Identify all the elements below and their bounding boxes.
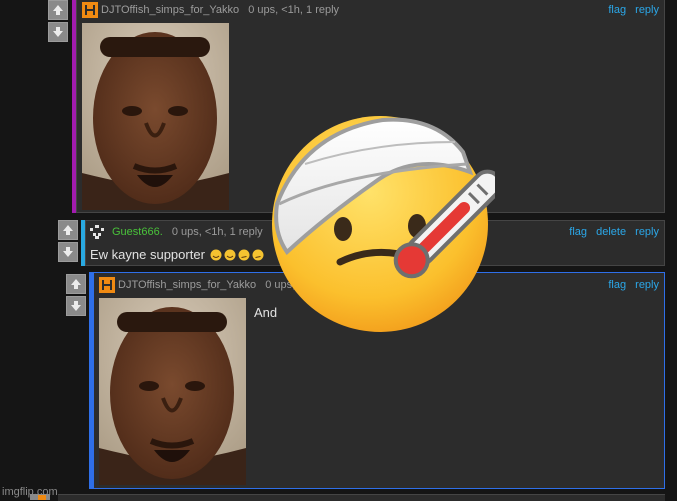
down-arrow-icon — [63, 247, 73, 257]
username-link[interactable]: Guest666. — [112, 226, 163, 238]
reply-link[interactable]: reply — [635, 4, 659, 16]
up-arrow-icon — [71, 279, 81, 289]
comment-text: Ew kayne supporter — [90, 247, 264, 262]
delete-link[interactable]: delete — [596, 226, 626, 238]
comment-meta: DJTOffish_simps_for_Yakko 0 ups, <1h, 1 … — [101, 4, 339, 16]
portrait-image — [99, 298, 246, 485]
up-arrow-icon — [63, 225, 73, 235]
comment-stats: 0 ups, <1h, 1 reply — [248, 4, 340, 16]
flag-link[interactable]: flag — [608, 4, 626, 16]
upvote-button[interactable] — [66, 274, 86, 294]
down-arrow-icon — [53, 27, 63, 37]
face-with-head-bandage-and-thermometer-icon — [272, 116, 495, 332]
comment-image[interactable] — [82, 23, 229, 210]
flag-link[interactable]: flag — [569, 226, 587, 238]
downvote-button[interactable] — [48, 22, 68, 42]
reply-link[interactable]: reply — [635, 279, 659, 291]
portrait-image — [82, 23, 229, 210]
confused-emoji-icon — [252, 249, 264, 261]
watermark: imgflip.com — [2, 486, 58, 498]
reply-link[interactable]: reply — [635, 226, 659, 238]
upvote-button[interactable] — [58, 220, 78, 240]
up-arrow-icon — [53, 5, 63, 15]
sweat-smile-emoji-icon — [210, 249, 222, 261]
upvote-button[interactable] — [48, 0, 68, 20]
vote-column — [48, 0, 70, 44]
comment-stats: 0 ups, <1h, 1 reply — [171, 226, 263, 238]
avatar — [99, 277, 115, 293]
comment-actions: flag reply — [602, 4, 659, 16]
username-link[interactable]: DJTOffish_simps_for_Yakko — [101, 4, 239, 16]
vote-column — [58, 220, 80, 264]
avatar — [89, 224, 105, 240]
sweat-smile-emoji-icon — [224, 249, 236, 261]
comment-meta: Guest666. 0 ups, <1h, 1 reply — [112, 226, 263, 238]
comment-actions: flag reply — [602, 279, 659, 291]
comment-image[interactable] — [99, 298, 246, 485]
downvote-button[interactable] — [58, 242, 78, 262]
comment-actions: flag delete reply — [563, 226, 659, 238]
avatar — [82, 2, 98, 18]
username-link[interactable]: DJTOffish_simps_for_Yakko — [118, 279, 256, 291]
emoji-row — [210, 249, 264, 261]
downvote-button[interactable] — [66, 296, 86, 316]
down-arrow-icon — [71, 301, 81, 311]
flag-link[interactable]: flag — [608, 279, 626, 291]
confused-emoji-icon — [238, 249, 250, 261]
vote-column — [66, 274, 88, 318]
